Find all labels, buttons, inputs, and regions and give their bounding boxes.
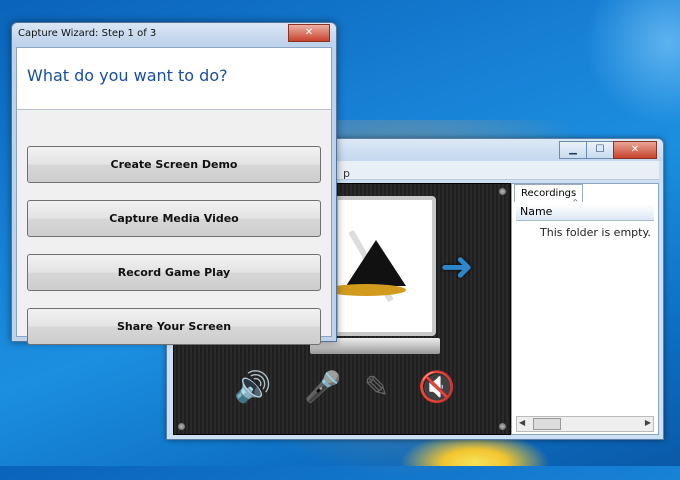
- empty-folder-text: This folder is empty.: [540, 226, 651, 239]
- recordings-panel: Recordings Name ^ This folder is empty. …: [511, 183, 659, 435]
- wizard-body: What do you want to do? Create Screen De…: [16, 47, 332, 345]
- column-header-label: Name: [520, 205, 553, 218]
- wizard-titlebar[interactable]: Capture Wizard: Step 1 of 3 ✕: [12, 23, 336, 45]
- magic-hat-icon: [346, 240, 406, 286]
- speaker-icon[interactable]: 🔊: [234, 370, 271, 405]
- pen-icon[interactable]: ✎: [364, 370, 389, 405]
- minimize-button[interactable]: ▁: [559, 141, 587, 159]
- wizard-question: What do you want to do?: [27, 66, 228, 85]
- sort-arrow-icon: ^: [572, 198, 579, 207]
- capture-wizard-window: Capture Wizard: Step 1 of 3 ✕ What do yo…: [11, 22, 337, 345]
- horizontal-scrollbar[interactable]: ◀ ▶: [516, 416, 654, 432]
- create-screen-demo-button[interactable]: Create Screen Demo: [27, 146, 321, 183]
- screw-icon: [178, 423, 185, 430]
- screw-icon: [499, 423, 506, 430]
- capture-media-video-button[interactable]: Capture Media Video: [27, 200, 321, 237]
- monitor-icon: [310, 196, 440, 354]
- record-game-play-button[interactable]: Record Game Play: [27, 254, 321, 291]
- column-header-name[interactable]: Name: [516, 204, 654, 221]
- close-button[interactable]: ✕: [613, 141, 657, 159]
- scroll-right-icon[interactable]: ▶: [645, 418, 651, 427]
- close-button[interactable]: ✕: [288, 24, 330, 42]
- wallpaper-accent: [570, 0, 680, 140]
- arrow-right-icon: ➜: [440, 244, 474, 290]
- options-area: Create Screen Demo Capture Media Video R…: [17, 110, 331, 345]
- screw-icon: [499, 188, 506, 195]
- scroll-thumb[interactable]: [533, 418, 561, 430]
- recorder-title-fragment: p: [343, 167, 350, 180]
- share-your-screen-button[interactable]: Share Your Screen: [27, 308, 321, 345]
- maximize-button[interactable]: ☐: [586, 141, 614, 159]
- wizard-title: Capture Wizard: Step 1 of 3: [18, 28, 157, 39]
- microphone-icon[interactable]: 🎤: [304, 370, 341, 405]
- muted-speaker-icon[interactable]: 🔇: [418, 370, 455, 405]
- scroll-left-icon[interactable]: ◀: [519, 418, 525, 427]
